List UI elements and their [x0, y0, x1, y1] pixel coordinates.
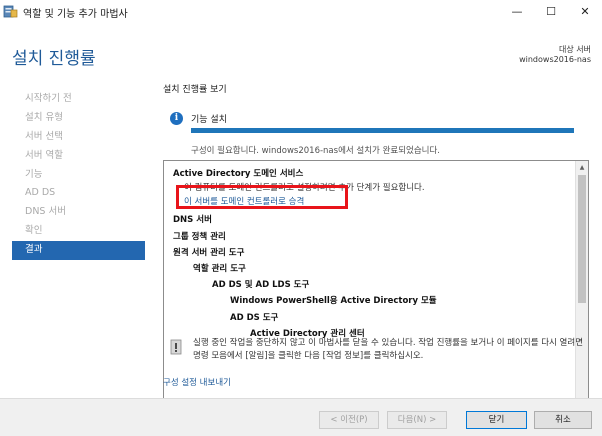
nav-item-ad-ds[interactable]: AD DS: [12, 184, 145, 203]
info-icon: i: [170, 112, 183, 125]
minimize-button[interactable]: —: [500, 0, 534, 24]
nav-item-results[interactable]: 결과: [12, 241, 145, 261]
export-config-link[interactable]: 구성 설정 내보내기: [163, 376, 231, 388]
nav-item-server-selection[interactable]: 서버 선택: [12, 128, 145, 147]
result-role-tools: 역할 관리 도구: [193, 264, 246, 274]
section-title: 설치 진행률 보기: [163, 85, 227, 95]
title-bar: 역할 및 기능 추가 마법사 — ☐ ✕: [0, 0, 602, 24]
window-title: 역할 및 기능 추가 마법사: [23, 9, 128, 20]
wizard-close-notice: 실행 중인 작업을 중단하지 않고 이 마법사를 닫을 수 있습니다. 작업 진…: [193, 338, 584, 361]
nav-item-before-you-begin[interactable]: 시작하기 전: [12, 90, 145, 109]
maximize-button[interactable]: ☐: [534, 0, 568, 24]
notification-flag-icon: [170, 339, 182, 355]
page-title: 설치 진행률: [12, 49, 96, 69]
target-server-label: 대상 서버: [559, 45, 591, 54]
result-adds-lds-tools: AD DS 및 AD LDS 도구: [212, 280, 310, 290]
next-button[interactable]: 다음(N) >: [387, 411, 447, 429]
install-status-label: 기능 설치: [191, 115, 227, 125]
previous-button[interactable]: < 이전(P): [319, 411, 379, 429]
nav-item-features[interactable]: 기능: [12, 166, 145, 185]
nav-item-installation-type[interactable]: 설치 유형: [12, 109, 145, 128]
wizard-nav: 시작하기 전 설치 유형 서버 선택 서버 역할 기능 AD DS DNS 서버…: [12, 90, 145, 261]
nav-item-server-roles[interactable]: 서버 역할: [12, 147, 145, 166]
nav-item-confirmation[interactable]: 확인: [12, 222, 145, 241]
progress-bar: [191, 128, 574, 133]
wizard-header: 설치 진행률 대상 서버 windows2016-nas: [0, 24, 602, 74]
scroll-thumb[interactable]: [578, 175, 586, 303]
close-button[interactable]: 닫기: [466, 411, 527, 429]
server-manager-icon: [3, 5, 18, 18]
highlight-annotation: [176, 185, 348, 209]
close-window-button[interactable]: ✕: [568, 0, 602, 24]
results-scrollbar[interactable]: ▲ ▼: [575, 161, 588, 409]
cancel-button[interactable]: 취소: [534, 411, 592, 429]
wizard-footer: < 이전(P) 다음(N) > 닫기 취소: [0, 398, 602, 436]
scroll-up-arrow-icon[interactable]: ▲: [576, 161, 588, 174]
result-adds-tools: AD DS 도구: [230, 313, 279, 323]
result-rsat: 원격 서버 관리 도구: [173, 248, 245, 258]
target-server-name: windows2016-nas: [519, 55, 591, 64]
result-gpm: 그룹 정책 관리: [173, 232, 226, 242]
result-adds-title: Active Directory 도메인 서비스: [173, 169, 304, 179]
progress-message: 구성이 필요합니다. windows2016-nas에서 설치가 완료되었습니다…: [191, 146, 441, 156]
nav-item-dns-server[interactable]: DNS 서버: [12, 203, 145, 222]
progress-bar-fill: [191, 128, 574, 133]
result-powershell-module: Windows PowerShell용 Active Directory 모듈: [230, 296, 437, 306]
result-dns: DNS 서버: [173, 215, 212, 225]
